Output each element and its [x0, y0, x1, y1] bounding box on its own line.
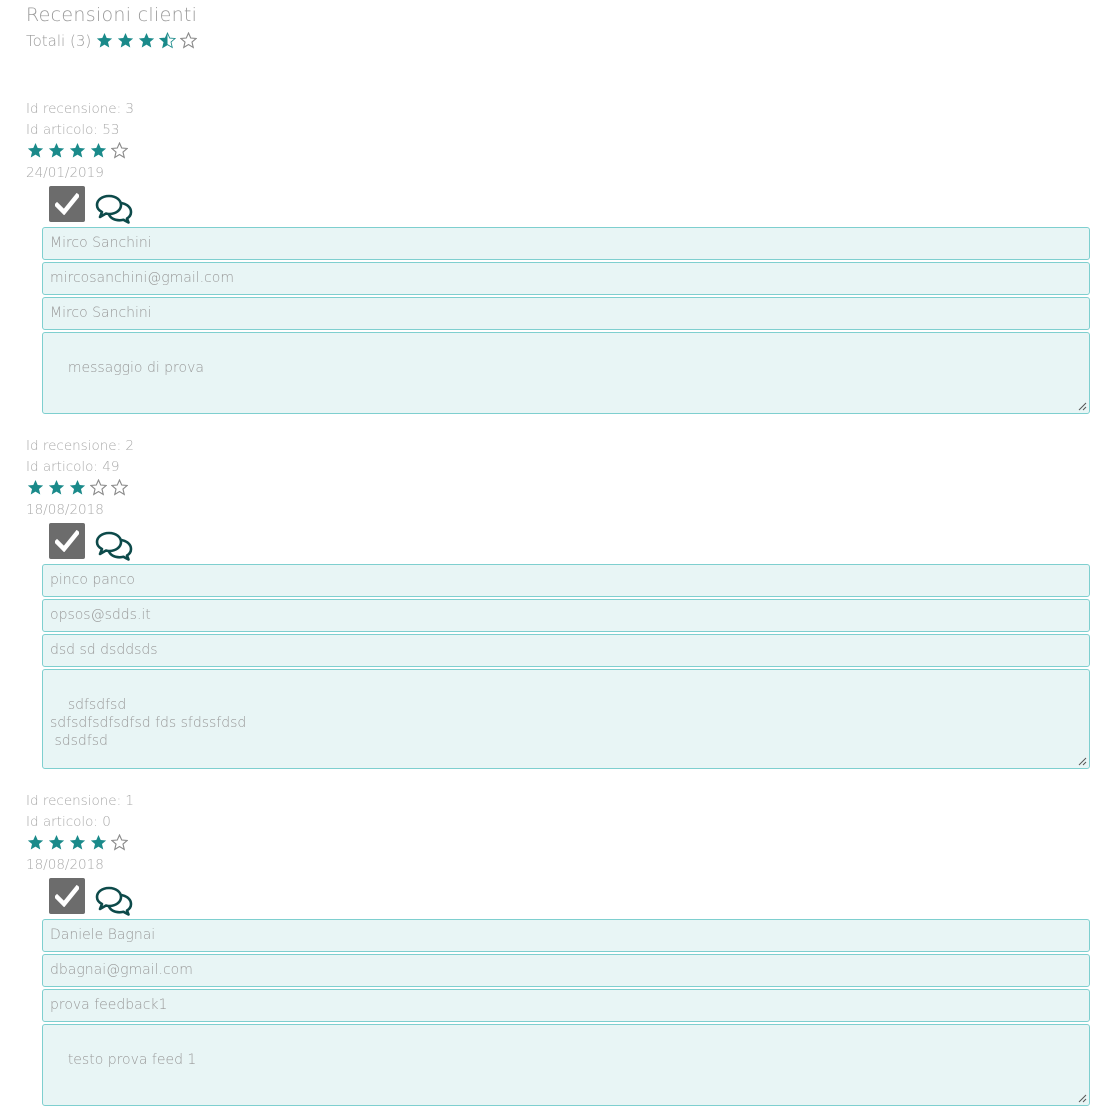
- message-text: messaggio di prova: [67, 360, 204, 376]
- star-filled-icon: [68, 142, 89, 160]
- review-rating-stars: [26, 479, 131, 497]
- review-id: Id recensione: 3: [26, 101, 135, 117]
- name-field[interactable]: Mirco Sanchini: [42, 227, 1090, 260]
- name-field[interactable]: pinco panco: [42, 564, 1090, 597]
- star-empty-icon: [110, 834, 131, 852]
- message-text: sdfsdfsd sdfsdfsdfsdfsd fds sfdssfdsd sd…: [50, 697, 247, 749]
- chat-bubbles-icon[interactable]: [95, 194, 133, 224]
- star-filled-icon: [26, 479, 47, 497]
- check-icon: [55, 530, 79, 552]
- article-id: Id articolo: 49: [26, 459, 120, 475]
- total-rating: Totali (3): [26, 32, 200, 50]
- review-id: Id recensione: 2: [26, 438, 135, 454]
- star-filled-icon: [68, 479, 89, 497]
- message-text: testo prova feed 1: [67, 1052, 197, 1068]
- approve-button[interactable]: [49, 186, 85, 222]
- star-filled-icon: [26, 834, 47, 852]
- article-id: Id articolo: 0: [26, 814, 111, 830]
- check-icon: [55, 885, 79, 907]
- subject-field[interactable]: prova feedback1: [42, 989, 1090, 1022]
- resize-grip-icon[interactable]: [1078, 1094, 1087, 1103]
- subject-field[interactable]: Mirco Sanchini: [42, 297, 1090, 330]
- star-half-icon: [158, 32, 179, 50]
- star-empty-icon: [89, 479, 110, 497]
- resize-grip-icon[interactable]: [1078, 757, 1087, 766]
- star-filled-icon: [47, 834, 68, 852]
- email-field[interactable]: opsos@sdds.it: [42, 599, 1090, 632]
- message-textarea[interactable]: testo prova feed 1: [42, 1024, 1090, 1106]
- name-field[interactable]: Daniele Bagnai: [42, 919, 1090, 952]
- check-icon: [55, 193, 79, 215]
- star-filled-icon: [47, 479, 68, 497]
- star-filled-icon: [26, 142, 47, 160]
- star-empty-icon: [110, 142, 131, 160]
- review-rating-stars: [26, 142, 131, 160]
- article-id: Id articolo: 53: [26, 122, 120, 138]
- review-id: Id recensione: 1: [26, 793, 135, 809]
- star-filled-icon: [89, 834, 110, 852]
- resize-grip-icon[interactable]: [1078, 402, 1087, 411]
- star-filled-icon: [68, 834, 89, 852]
- message-textarea[interactable]: sdfsdfsd sdfsdfsdfsdfsd fds sfdssfdsd sd…: [42, 669, 1090, 769]
- email-field[interactable]: dbagnai@gmail.com: [42, 954, 1090, 987]
- review-rating-stars: [26, 834, 131, 852]
- subject-field[interactable]: dsd sd dsddsds: [42, 634, 1090, 667]
- star-filled-icon: [47, 142, 68, 160]
- star-filled-icon: [137, 32, 158, 50]
- review-date: 18/08/2018: [26, 502, 104, 518]
- chat-bubbles-icon[interactable]: [95, 886, 133, 916]
- star-empty-icon: [179, 32, 200, 50]
- message-textarea[interactable]: messaggio di prova: [42, 332, 1090, 414]
- star-filled-icon: [116, 32, 137, 50]
- chat-bubbles-icon[interactable]: [95, 531, 133, 561]
- email-field[interactable]: mircosanchini@gmail.com: [42, 262, 1090, 295]
- star-empty-icon: [110, 479, 131, 497]
- star-filled-icon: [89, 142, 110, 160]
- star-filled-icon: [95, 32, 116, 50]
- totals-label: Totali (3): [26, 32, 92, 50]
- approve-button[interactable]: [49, 523, 85, 559]
- review-date: 24/01/2019: [26, 165, 104, 181]
- page-title: Recensioni clienti: [26, 4, 198, 26]
- approve-button[interactable]: [49, 878, 85, 914]
- review-date: 18/08/2018: [26, 857, 104, 873]
- average-rating-stars: [95, 32, 200, 50]
